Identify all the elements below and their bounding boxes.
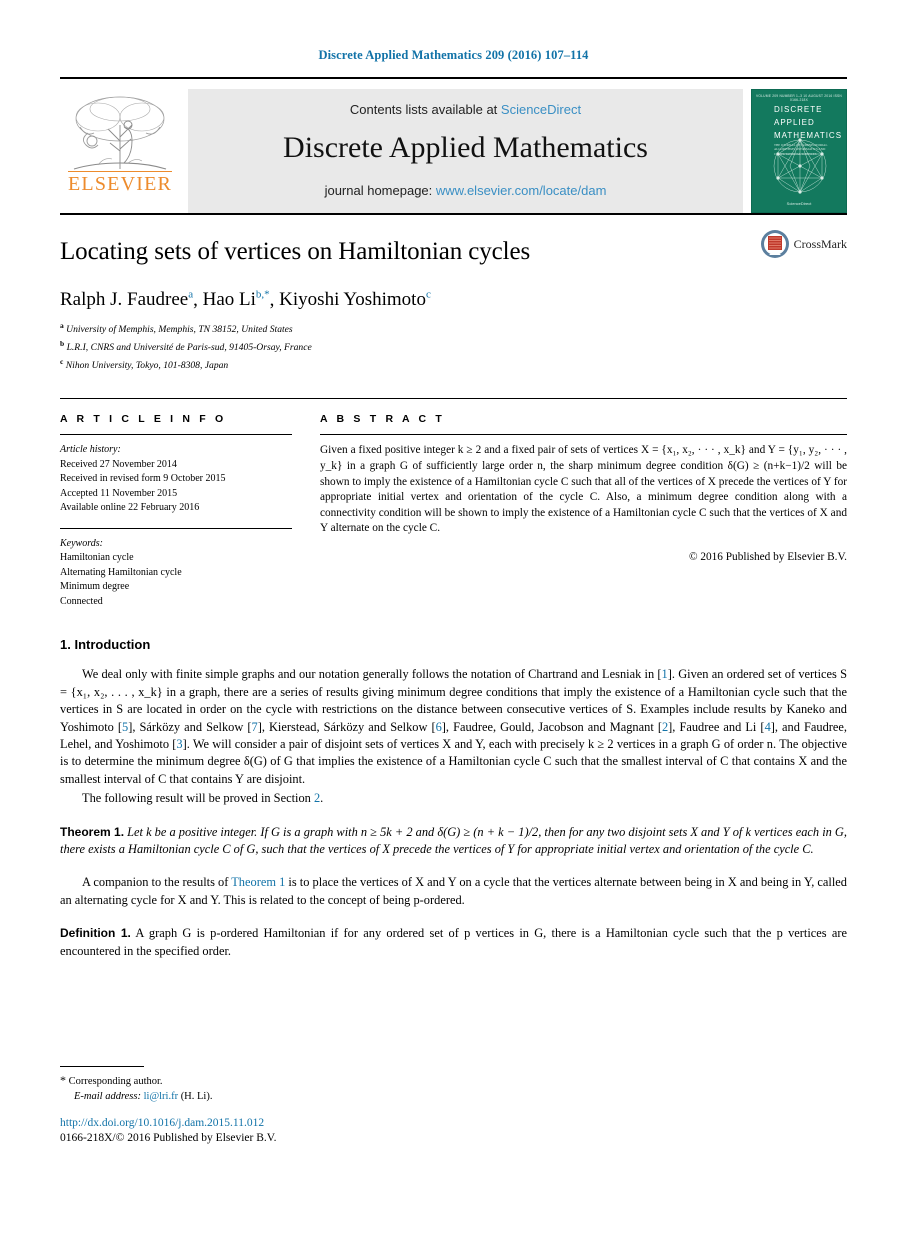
doi-link[interactable]: http://dx.doi.org/10.1016/j.dam.2015.11.… [60, 1117, 264, 1129]
crossmark-icon [760, 230, 789, 258]
paragraph-intro: We deal only with finite simple graphs a… [60, 667, 848, 786]
article-history-title: Article history: [60, 444, 121, 456]
keywords-block: Keywords: Hamiltonian cycle Alternating … [60, 527, 292, 610]
abstract-rule [320, 434, 847, 436]
author-2: Kiyoshi Yoshimotoc [279, 289, 431, 310]
elsevier-tree-icon [73, 96, 167, 170]
page-title: Locating sets of vertices on Hamiltonian… [60, 238, 531, 265]
contents-available-line: Contents lists available at ScienceDirec… [350, 102, 581, 117]
journal-homepage-link[interactable]: www.elsevier.com/locate/dam [436, 183, 607, 198]
theorem-1-text: Let k be a positive integer. If G is a g… [60, 824, 847, 857]
journal-masthead: ELSEVIER Contents lists available at Sci… [60, 77, 847, 213]
corresponding-author-text: Corresponding author. [68, 1076, 163, 1087]
section-link[interactable]: 2 [314, 791, 320, 805]
definition-1: Definition 1. A graph G is p-ordered Ham… [60, 925, 847, 960]
section-heading-introduction: 1. Introduction [60, 637, 151, 653]
definition-1-text: A graph G is p-ordered Hamiltonian if fo… [60, 926, 847, 958]
keyword-item: Connected [60, 595, 103, 607]
citation-link[interactable]: 7 [252, 720, 258, 734]
footnote-divider [60, 1066, 144, 1067]
paragraph-companion: A companion to the results of Theorem 1 … [60, 875, 847, 907]
cover-title-line1: DISCRETE [774, 105, 823, 114]
author-0-name: Ralph J. Faudree [60, 289, 189, 311]
body-region: 1. Introduction We deal only with finite… [60, 637, 847, 960]
author-1-name: Hao Li [202, 289, 256, 311]
definition-1-label: Definition 1. [60, 926, 131, 941]
journal-homepage-line: journal homepage: www.elsevier.com/locat… [325, 183, 607, 198]
author-0: Ralph J. Faudreea [60, 289, 193, 310]
affiliation-1-text: L.R.I, CNRS and Université de Paris-sud,… [66, 342, 312, 354]
masthead-center: Contents lists available at ScienceDirec… [188, 89, 743, 213]
article-history-item: Received in revised form 9 October 2015 [60, 473, 226, 485]
author-2-mark[interactable]: c [426, 289, 431, 301]
email-label: E-mail address: [74, 1090, 141, 1102]
cover-top-strip: VOLUME 209 NUMBER 1–3 10 AUGUST 2016 ISS… [755, 94, 843, 102]
running-head: Discrete Applied Mathematics 209 (2016) … [318, 48, 589, 62]
affiliation-0-text: University of Memphis, Memphis, TN 38152… [66, 324, 293, 336]
crossmark-label: CrossMark [793, 236, 847, 251]
keyword-item: Minimum degree [60, 581, 130, 593]
info-abstract-region: A R T I C L E I N F O Article history: R… [60, 398, 847, 609]
affiliation-1: b L.R.I, CNRS and Université de Paris-su… [60, 337, 847, 355]
affiliation-2-text: Nihon University, Tokyo, 101-8308, Japan [65, 359, 229, 371]
title-block: CrossMark Locating sets of vertices on H… [60, 215, 847, 372]
cover-graph-icon [773, 138, 827, 194]
keyword-item: Alternating Hamiltonian cycle [60, 566, 182, 578]
keywords-title: Keywords: [60, 537, 103, 549]
corresponding-author-star: * [60, 1073, 66, 1087]
article-history-item: Accepted 11 November 2015 [60, 487, 178, 499]
abstract-heading: A B S T R A C T [320, 413, 445, 426]
affiliation-list: a University of Memphis, Memphis, TN 381… [60, 319, 847, 372]
journal-title: Discrete Applied Mathematics [283, 131, 648, 164]
crossmark-badge[interactable]: CrossMark [760, 229, 847, 259]
paragraph-section-pointer: The following result will be proved in S… [60, 790, 847, 807]
elsevier-wordmark: ELSEVIER [68, 171, 173, 195]
journal-cover-thumbnail[interactable]: VOLUME 209 NUMBER 1–3 10 AUGUST 2016 ISS… [751, 89, 847, 213]
author-sep-1: , [269, 289, 280, 311]
citation-link[interactable]: 3 [176, 737, 182, 751]
paragraph-section-pointer-text: The following result will be proved in S… [82, 791, 324, 806]
doi-link-wrapper: http://dx.doi.org/10.1016/j.dam.2015.11.… [60, 1116, 480, 1131]
citation-link[interactable]: 5 [122, 720, 128, 734]
page-footer: * Corresponding author. E-mail address: … [60, 1066, 480, 1146]
author-1-mark[interactable]: b,* [256, 289, 270, 301]
cover-footer-label: ScienceDirect [786, 201, 812, 206]
affiliation-0-mark: a [60, 321, 64, 331]
affiliation-2: c Nihon University, Tokyo, 101-8308, Jap… [60, 355, 847, 373]
author-list: Ralph J. Faudreea, Hao Lib,*, Kiyoshi Yo… [60, 283, 847, 312]
author-2-name: Kiyoshi Yoshimoto [279, 289, 426, 311]
author-1: Hao Lib,* [203, 289, 270, 310]
article-info-rule [60, 434, 292, 436]
citation-link[interactable]: 6 [436, 720, 442, 734]
article-history-item: Received 27 November 2014 [60, 458, 177, 470]
citation-link[interactable]: 1 [662, 667, 668, 681]
affiliation-1-mark: b [60, 339, 65, 349]
abstract-text: Given a fixed positive integer k ≥ 2 and… [320, 444, 847, 535]
elsevier-logo: ELSEVIER [60, 89, 180, 213]
citation-link[interactable]: 4 [765, 720, 771, 734]
contents-prefix: Contents lists available at [349, 102, 501, 117]
citation-link[interactable]: 2 [662, 720, 668, 734]
corresponding-author-line: * Corresponding author. [60, 1073, 480, 1090]
homepage-prefix: journal homepage: [324, 183, 436, 198]
article-info-column: A R T I C L E I N F O Article history: R… [60, 413, 292, 609]
affiliation-2-mark: c [60, 356, 64, 366]
author-sep-0: , [193, 289, 203, 311]
theorem-1-label: Theorem 1. [60, 824, 125, 839]
email-link[interactable]: li@lri.fr [144, 1091, 178, 1102]
sciencedirect-link[interactable]: ScienceDirect [501, 102, 581, 117]
theorem-1: Theorem 1. Let k be a positive integer. … [60, 824, 847, 859]
article-info-heading: A R T I C L E I N F O [60, 413, 227, 426]
paper-page: Discrete Applied Mathematics 209 (2016) … [0, 0, 907, 1238]
abstract-copyright: © 2016 Published by Elsevier B.V. [688, 550, 847, 563]
issn-copyright-line: 0166-218X/© 2016 Published by Elsevier B… [60, 1132, 277, 1144]
keyword-item: Hamiltonian cycle [60, 552, 134, 564]
affiliation-0: a University of Memphis, Memphis, TN 381… [60, 319, 847, 337]
article-history-item: Available online 22 February 2016 [60, 502, 200, 514]
email-suffix: (H. Li). [180, 1090, 213, 1102]
cover-title-line2: APPLIED [774, 118, 815, 127]
email-line: E-mail address: li@lri.fr (H. Li). [60, 1090, 480, 1105]
abstract-column: A B S T R A C T Given a fixed positive i… [320, 413, 847, 609]
theorem-link[interactable]: Theorem 1 [231, 875, 285, 889]
